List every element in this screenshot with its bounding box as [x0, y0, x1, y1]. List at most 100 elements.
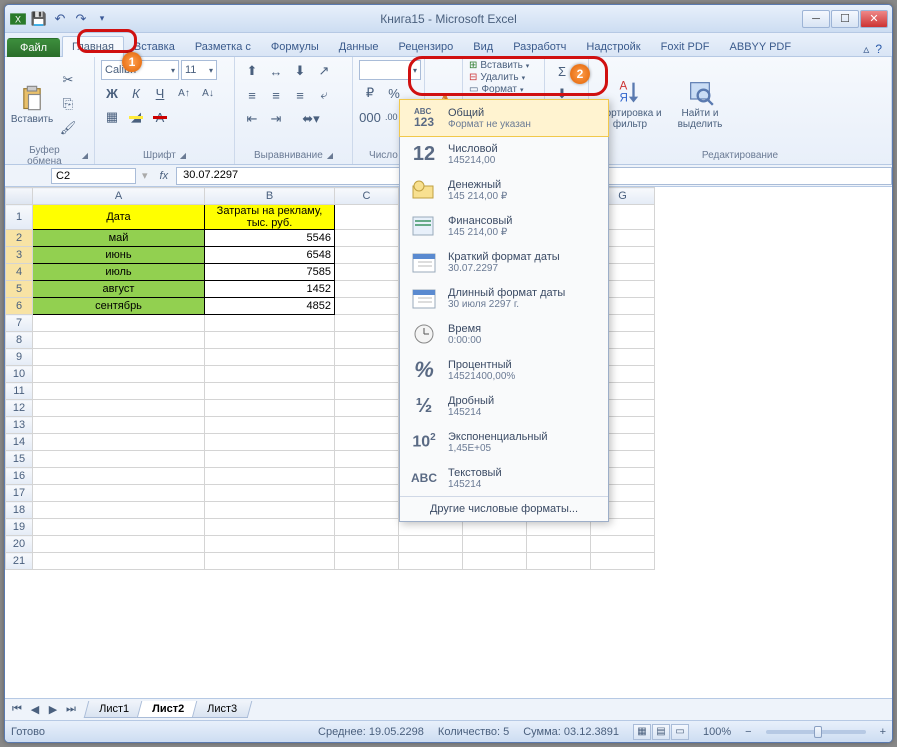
col-header[interactable]: C — [335, 188, 399, 205]
row-header[interactable]: 5 — [6, 281, 33, 298]
tab-формулы[interactable]: Формулы — [261, 36, 329, 57]
cell[interactable]: 4852 — [205, 298, 335, 315]
cell[interactable] — [205, 417, 335, 434]
cell[interactable] — [335, 230, 399, 247]
clipboard-launcher[interactable]: ◢ — [82, 151, 88, 160]
cell[interactable] — [33, 434, 205, 451]
row-header[interactable]: 2 — [6, 230, 33, 247]
cell[interactable] — [33, 485, 205, 502]
format-painter-icon[interactable]: 🖌 — [57, 117, 79, 139]
undo-icon[interactable]: ↶ — [51, 10, 69, 28]
cell[interactable] — [205, 349, 335, 366]
row-header[interactable]: 15 — [6, 451, 33, 468]
cell[interactable] — [591, 553, 655, 570]
merge-button[interactable]: ⬌▾ — [289, 108, 333, 130]
row-header[interactable]: 18 — [6, 502, 33, 519]
row-header[interactable]: 14 — [6, 434, 33, 451]
more-number-formats[interactable]: Другие числовые форматы... — [400, 496, 608, 521]
redo-icon[interactable]: ↷ — [72, 10, 90, 28]
cell[interactable]: Дата — [33, 205, 205, 230]
cell[interactable] — [335, 536, 399, 553]
align-left-button[interactable]: ≡ — [241, 84, 263, 106]
underline-button[interactable]: Ч — [149, 82, 171, 104]
shrink-font-button[interactable]: A↓ — [197, 82, 219, 104]
cell[interactable] — [335, 315, 399, 332]
cell[interactable] — [205, 519, 335, 536]
tab-разработч[interactable]: Разработч — [503, 36, 576, 57]
cell[interactable] — [205, 434, 335, 451]
align-bottom-button[interactable]: ⬇ — [289, 60, 311, 82]
cell[interactable] — [205, 366, 335, 383]
fill-color-button[interactable]: ◢ — [125, 106, 147, 128]
cell[interactable] — [527, 553, 591, 570]
cell[interactable] — [33, 366, 205, 383]
row-header[interactable]: 13 — [6, 417, 33, 434]
cell[interactable] — [335, 434, 399, 451]
cell[interactable] — [33, 451, 205, 468]
close-button[interactable]: ✕ — [860, 10, 888, 28]
cell[interactable] — [205, 315, 335, 332]
col-header[interactable]: B — [205, 188, 335, 205]
align-right-button[interactable]: ≡ — [289, 84, 311, 106]
format-option[interactable]: Время0:00:00 — [400, 316, 608, 352]
bold-button[interactable]: Ж — [101, 82, 123, 104]
cell[interactable] — [33, 400, 205, 417]
cell[interactable]: июль — [33, 264, 205, 281]
minimize-button[interactable]: ─ — [802, 10, 830, 28]
name-box[interactable]: C2 — [51, 168, 136, 184]
cell[interactable] — [335, 553, 399, 570]
cell[interactable] — [335, 485, 399, 502]
align-center-button[interactable]: ≡ — [265, 84, 287, 106]
qat-more-icon[interactable]: ▾ — [93, 10, 111, 28]
cell[interactable]: 7585 — [205, 264, 335, 281]
paste-button[interactable]: Вставить — [11, 60, 53, 148]
cell[interactable] — [335, 502, 399, 519]
help-icon[interactable]: ? — [875, 42, 882, 56]
cell[interactable] — [527, 536, 591, 553]
format-option[interactable]: ½Дробный145214 — [400, 388, 608, 424]
sheet-last-button[interactable]: ⏭ — [63, 703, 79, 716]
tab-разметка с[interactable]: Разметка с — [185, 36, 261, 57]
cell[interactable] — [33, 553, 205, 570]
fx-icon[interactable]: fx — [152, 170, 177, 182]
cell[interactable] — [335, 205, 399, 230]
cell[interactable] — [205, 553, 335, 570]
select-all-corner[interactable] — [6, 188, 33, 205]
font-launcher[interactable]: ◢ — [180, 151, 186, 160]
grow-font-button[interactable]: A↑ — [173, 82, 195, 104]
view-break-button[interactable]: ▭ — [671, 724, 689, 740]
cell[interactable] — [33, 417, 205, 434]
format-option[interactable]: 102Экспоненциальный1,45E+05 — [400, 424, 608, 460]
cell[interactable] — [33, 383, 205, 400]
cell[interactable] — [33, 502, 205, 519]
tab-file[interactable]: Файл — [7, 38, 60, 57]
format-option[interactable]: Денежный145 214,00 ₽ — [400, 172, 608, 208]
delete-cells-button[interactable]: ⊟Удалить▾ — [469, 72, 538, 83]
tab-надстройк[interactable]: Надстройк — [576, 36, 650, 57]
cell[interactable] — [33, 519, 205, 536]
cell[interactable]: сентябрь — [33, 298, 205, 315]
cell[interactable]: 5546 — [205, 230, 335, 247]
tab-вид[interactable]: Вид — [463, 36, 503, 57]
cell[interactable] — [335, 451, 399, 468]
cell[interactable] — [205, 400, 335, 417]
decrease-indent-button[interactable]: ⇤ — [241, 108, 263, 130]
italic-button[interactable]: К — [125, 82, 147, 104]
format-option[interactable]: ABCТекстовый145214 — [400, 460, 608, 496]
cell[interactable] — [33, 349, 205, 366]
cell[interactable] — [335, 417, 399, 434]
borders-button[interactable]: ▦ — [101, 106, 123, 128]
cell[interactable] — [463, 553, 527, 570]
cell[interactable]: июнь — [33, 247, 205, 264]
cell[interactable] — [335, 383, 399, 400]
cell[interactable] — [335, 366, 399, 383]
tab-abbyy pdf[interactable]: ABBYY PDF — [720, 36, 802, 57]
row-header[interactable]: 12 — [6, 400, 33, 417]
cell[interactable] — [463, 536, 527, 553]
cell[interactable] — [205, 502, 335, 519]
cell[interactable] — [335, 264, 399, 281]
cell[interactable] — [205, 383, 335, 400]
cell[interactable] — [399, 553, 463, 570]
zoom-level[interactable]: 100% — [703, 726, 731, 738]
zoom-out-button[interactable]: − — [745, 726, 751, 738]
